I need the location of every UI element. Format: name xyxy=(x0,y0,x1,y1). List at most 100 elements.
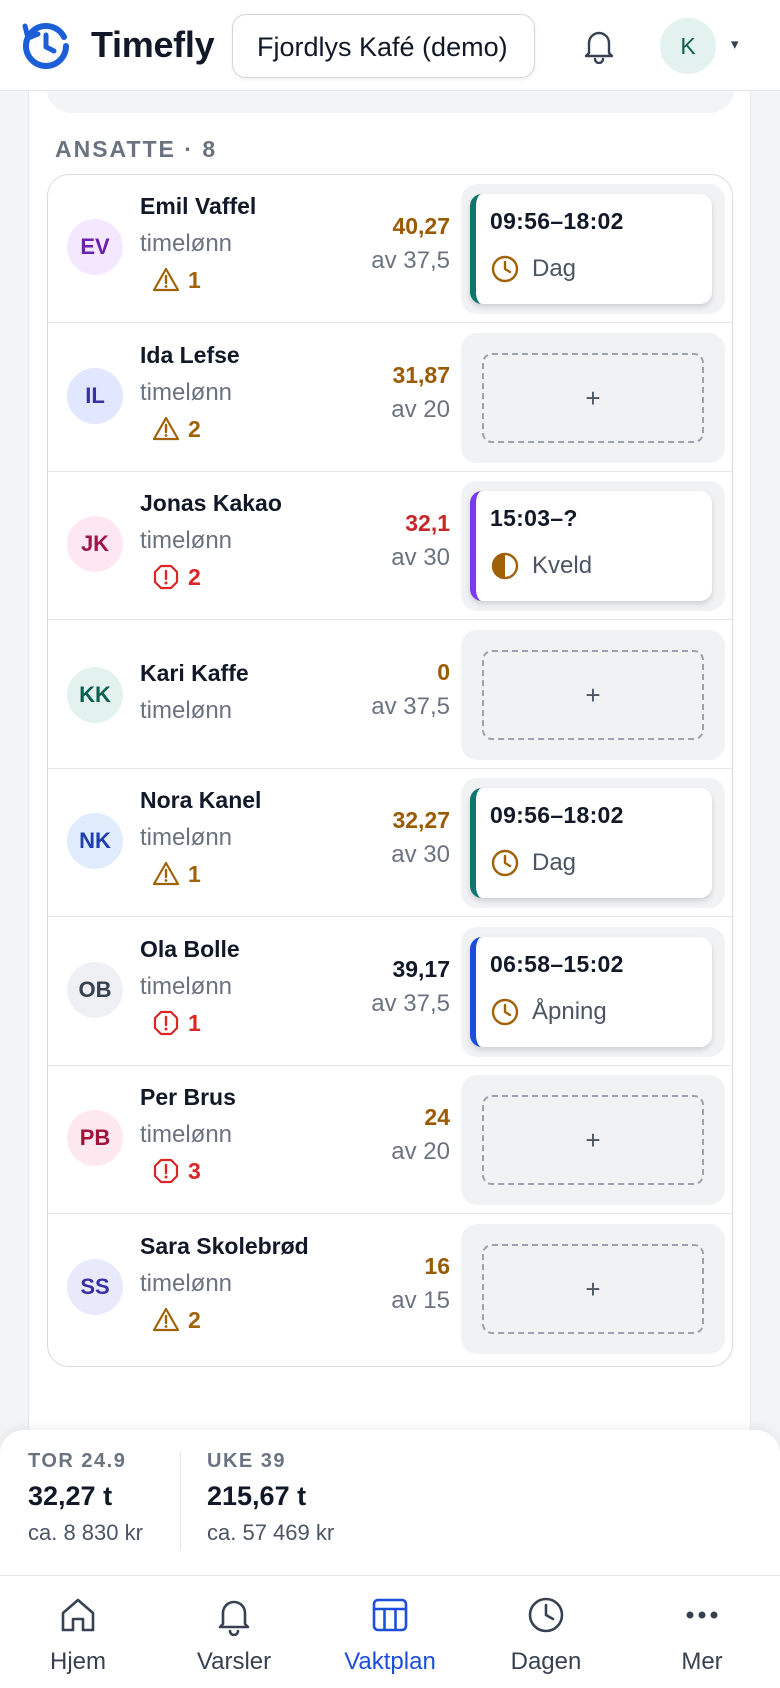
shift-time: 15:03–? xyxy=(490,505,578,531)
employee-name: Ola Bolle xyxy=(140,936,240,962)
week-summary-hours: 215,67 t xyxy=(207,1481,307,1511)
warning-triangle-icon xyxy=(152,861,180,886)
employee-avatar: SS xyxy=(67,1259,123,1315)
employee-hours: 0 xyxy=(437,659,450,685)
employee-avatar: IL xyxy=(67,368,123,424)
shift-card[interactable]: 06:58–15:02 Åpning xyxy=(470,937,712,1047)
employees-section-title: ANSATTE · 8 xyxy=(55,136,218,162)
nav-item-vaktplan[interactable]: Vaktplan xyxy=(312,1576,468,1688)
employee-row[interactable]: SS Sara Skolebrød timelønn 2 16 av 15 + xyxy=(48,1215,732,1363)
clock-icon xyxy=(491,255,519,283)
error-octagon-icon xyxy=(153,1158,179,1184)
nav-item-dagen[interactable]: Dagen xyxy=(468,1576,624,1688)
employee-avatar: KK xyxy=(67,667,123,723)
employee-avatar: OB xyxy=(67,962,123,1018)
employee-hours: 32,1 xyxy=(405,510,450,536)
error-octagon-icon xyxy=(153,564,179,590)
employee-hours: 32,27 xyxy=(392,807,450,833)
employee-warnings[interactable]: 2 xyxy=(152,1305,201,1335)
employee-warnings[interactable]: 3 xyxy=(152,1156,201,1186)
shift-time: 09:56–18:02 xyxy=(490,208,624,234)
employee-avatar: EV xyxy=(67,219,123,275)
employee-warnings[interactable]: 1 xyxy=(152,1008,201,1038)
shift-time: 09:56–18:02 xyxy=(490,802,624,828)
employee-pay-type: timelønn xyxy=(140,824,233,851)
shift-type: Dag xyxy=(490,848,576,878)
nav-item-hjem[interactable]: Hjem xyxy=(0,1576,156,1688)
day-summary-cost: ca. 8 830 kr xyxy=(28,1520,143,1545)
employee-target-hours: av 30 xyxy=(391,841,450,868)
employee-row[interactable]: JK Jonas Kakao timelønn 2 32,1 av 30 15:03–? Kv… xyxy=(48,472,732,620)
nav-item-varsler[interactable]: Varsler xyxy=(156,1576,312,1688)
employee-row[interactable]: PB Per Brus timelønn 3 24 av 20 + xyxy=(48,1066,732,1214)
summary-divider xyxy=(180,1452,181,1550)
day-summary-label: TOR 24.9 xyxy=(28,1450,127,1472)
employee-avatar: JK xyxy=(67,516,123,572)
employee-warnings[interactable]: 2 xyxy=(152,414,201,444)
shift-slot: 15:03–? Kveld xyxy=(461,481,725,611)
organization-selector[interactable]: Fjordlys Kafé (demo) xyxy=(232,14,535,78)
shift-type: Kveld xyxy=(490,551,592,581)
employee-warnings[interactable]: 1 xyxy=(152,265,201,295)
employee-name: Nora Kanel xyxy=(140,787,262,813)
shift-card[interactable]: 15:03–? Kveld xyxy=(470,491,712,601)
user-avatar[interactable]: K xyxy=(660,18,716,74)
employee-target-hours: av 20 xyxy=(391,396,450,423)
employee-row[interactable]: IL Ida Lefse timelønn 2 31,87 av 20 + xyxy=(48,324,732,472)
employee-pay-type: timelønn xyxy=(140,230,233,257)
warning-triangle-icon xyxy=(152,1307,180,1332)
more-dots-icon xyxy=(686,1611,718,1619)
nav-label-vaktplan: Vaktplan xyxy=(344,1648,436,1675)
employee-target-hours: av 30 xyxy=(391,544,450,571)
warning-count: 2 xyxy=(188,563,201,590)
warning-count: 2 xyxy=(188,415,201,442)
employee-row[interactable]: NK Nora Kanel timelønn 1 32,27 av 30 09:56–18:… xyxy=(48,769,732,917)
employee-avatar: NK xyxy=(67,813,123,869)
shift-type-label: Kveld xyxy=(532,552,593,579)
employee-list: EV Emil Vaffel timelønn 1 40,27 av 37,5 09:56–… xyxy=(47,174,733,1367)
employee-row[interactable]: OB Ola Bolle timelønn 1 39,17 av 37,5 06:58–15… xyxy=(48,918,732,1066)
warning-triangle-icon xyxy=(152,267,180,292)
nav-label-varsler: Varsler xyxy=(196,1648,272,1675)
employee-name: Jonas Kakao xyxy=(140,490,282,516)
nav-label-mer: Mer xyxy=(681,1648,723,1675)
shift-card[interactable]: 09:56–18:02 Dag xyxy=(470,788,712,898)
add-shift-button[interactable]: + xyxy=(482,353,704,443)
half-circle-icon xyxy=(491,552,519,580)
employee-hours: 40,27 xyxy=(392,213,450,239)
shift-slot: 09:56–18:02 Dag xyxy=(461,184,725,314)
add-shift-button[interactable]: + xyxy=(482,1244,704,1334)
app-header: Timefly Fjordlys Kafé (demo) K ▾ xyxy=(0,0,780,91)
week-summary-cost: ca. 57 469 kr xyxy=(207,1520,335,1545)
timefly-logo-icon[interactable] xyxy=(20,20,72,72)
notifications-bell-icon[interactable] xyxy=(580,26,618,64)
warning-triangle-icon xyxy=(152,416,180,441)
user-menu-caret-icon[interactable]: ▾ xyxy=(731,35,739,53)
week-summary-label: UKE 39 xyxy=(207,1450,287,1472)
employee-pay-type: timelønn xyxy=(140,379,233,406)
employee-pay-type: timelønn xyxy=(140,1270,233,1297)
shift-type-label: Dag xyxy=(532,849,577,876)
calendar-grid-icon xyxy=(372,1598,408,1632)
add-shift-button[interactable]: + xyxy=(482,650,704,740)
employee-row[interactable]: KK Kari Kaffe timelønn 0 av 37,5 + xyxy=(48,621,732,769)
employee-warnings[interactable]: 1 xyxy=(152,859,201,889)
shift-card[interactable]: 09:56–18:02 Dag xyxy=(470,194,712,304)
employee-target-hours: av 37,5 xyxy=(371,990,450,1017)
bottom-navigation: Hjem Varsler Vaktplan Dagen Mer xyxy=(0,1576,780,1688)
employee-name: Kari Kaffe xyxy=(140,660,249,686)
schedule-panel: ANSATTE · 8 EV Emil Vaffel timelønn 1 40,27 a… xyxy=(28,61,751,1431)
shift-slot: + xyxy=(461,1224,725,1354)
shift-slot: + xyxy=(461,1075,725,1205)
employee-name: Per Brus xyxy=(140,1084,236,1110)
employee-row[interactable]: EV Emil Vaffel timelønn 1 40,27 av 37,5 09:56–… xyxy=(48,175,732,323)
employee-pay-type: timelønn xyxy=(140,973,233,1000)
nav-item-mer[interactable]: Mer xyxy=(624,1576,780,1688)
nav-label-dagen: Dagen xyxy=(510,1648,582,1675)
employee-target-hours: av 15 xyxy=(391,1287,450,1314)
employee-warnings[interactable]: 2 xyxy=(152,562,201,592)
day-summary: TOR 24.9 32,27 t ca. 8 830 kr xyxy=(28,1450,143,1546)
add-shift-button[interactable]: + xyxy=(482,1095,704,1185)
shift-type: Dag xyxy=(490,254,576,284)
warning-count: 1 xyxy=(188,266,201,293)
